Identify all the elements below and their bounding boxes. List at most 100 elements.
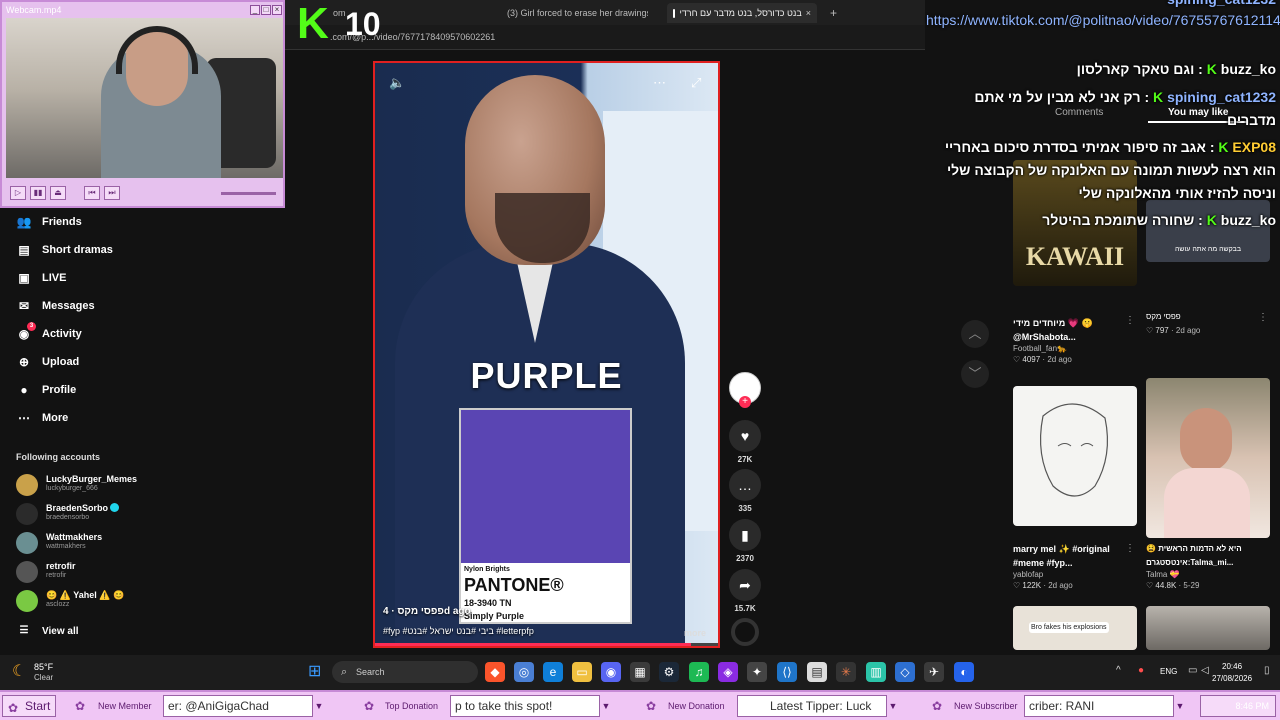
video-more-link[interactable]: more: [684, 628, 706, 638]
sidebar-item-profile[interactable]: ● Profile: [16, 379, 76, 401]
kick-badge-icon: K: [1206, 212, 1217, 228]
app-icon[interactable]: ◇: [895, 662, 915, 682]
previous-video-button[interactable]: ︿: [961, 320, 989, 348]
comment-button[interactable]: … 335: [729, 469, 761, 513]
video-hashtags[interactable]: #fyp #ביבי #בנט ישראל #בנט #letterpfp: [383, 626, 534, 636]
notification-icon[interactable]: ▯: [1264, 665, 1270, 676]
previous-button[interactable]: ⏮: [84, 186, 100, 200]
recommended-video-card[interactable]: [1146, 606, 1270, 650]
app-icon[interactable]: ✈: [924, 662, 944, 682]
weather-temperature[interactable]: 85°F: [34, 662, 53, 672]
chevron-up-icon[interactable]: ^: [1116, 665, 1121, 676]
windows-start-icon[interactable]: ⊞: [308, 663, 326, 681]
chevron-down-icon[interactable]: ▼: [886, 696, 900, 716]
microphone-icon[interactable]: ●: [1138, 665, 1144, 676]
sidebar-item-friends[interactable]: 👥 Friends: [16, 211, 82, 233]
volume-icon[interactable]: 🔈: [389, 75, 405, 91]
weather-icon[interactable]: ☾: [12, 661, 26, 681]
tab-tiktok-active[interactable]: בנט כדורסל, בנט מדבר עם חרדי ×: [667, 3, 817, 23]
spotify-icon[interactable]: ♫: [689, 662, 709, 682]
clock-time[interactable]: 20:46: [1222, 662, 1242, 671]
sidebar-item-label: LIVE: [42, 272, 67, 284]
recommended-video-card[interactable]: 😫 היא לא הדמות הראשית אינטסטגרם:Talma_mi…: [1146, 378, 1270, 590]
address-bar[interactable]: .com/@p.../video/7677178409570602261: [285, 25, 925, 50]
card-title-line2: #meme #fyp...: [1013, 558, 1073, 568]
activity-icon: ◉ 3: [16, 322, 36, 342]
more-options-icon[interactable]: ⋮: [1125, 543, 1135, 554]
thumbnail-text: Bro fakes his explosions: [1029, 622, 1109, 633]
media-controls: ▷ ▮▮ ⏏ ⏮ ⏭: [6, 182, 283, 206]
vscode-icon[interactable]: ⟨⟩: [777, 662, 797, 682]
sidebar-item-upload[interactable]: ⊕ Upload: [16, 351, 79, 373]
copilot-icon[interactable]: ◎: [514, 662, 534, 682]
new-tab-button[interactable]: +: [830, 3, 837, 23]
monitor-icon[interactable]: ▭: [1188, 665, 1197, 676]
sidebar-item-live[interactable]: ▣ LIVE: [16, 267, 66, 289]
card-author: Football_fan🐆: [1013, 344, 1067, 353]
short-dramas-icon: ▤: [18, 243, 30, 257]
avatar: [16, 532, 38, 554]
minimize-button[interactable]: _: [250, 5, 260, 15]
app-icon[interactable]: ◈: [718, 662, 738, 682]
app-icon[interactable]: ◐: [954, 662, 974, 682]
more-options-icon[interactable]: ⋮: [1258, 312, 1268, 323]
speaker-icon[interactable]: ◁: [1201, 665, 1209, 676]
tab-youtube[interactable]: (3) Girl forced to erase her drawings: [503, 3, 648, 23]
clock-date[interactable]: 27/08/2026: [1212, 674, 1252, 683]
brave-icon[interactable]: ◆: [485, 662, 505, 682]
maximize-button[interactable]: □: [261, 5, 271, 15]
more-options-icon[interactable]: ⋮: [1125, 315, 1135, 326]
store-icon[interactable]: ▦: [630, 662, 650, 682]
chat-message: K buzz_ko : וגם טאקר קארלסון: [1076, 61, 1276, 77]
video-progress-bar[interactable]: [375, 643, 718, 646]
file-explorer-icon[interactable]: ▭: [572, 662, 592, 682]
person-face: [1180, 408, 1232, 472]
notepad-icon[interactable]: ▤: [807, 662, 827, 682]
edge-icon[interactable]: e: [543, 662, 563, 682]
more-options-icon[interactable]: ⋯: [653, 75, 666, 91]
view-all-link[interactable]: ☰ View all: [16, 620, 79, 642]
language-indicator[interactable]: ENG: [1160, 667, 1177, 676]
windows-taskbar: ☾ 85°F Clear ⊞ ⌕ Search ◆ ◎ e ▭ ◉ ▦ ⚙ ♫ …: [0, 655, 1280, 690]
pause-button[interactable]: ▮▮: [30, 186, 46, 200]
fullscreen-icon[interactable]: ⤢: [691, 75, 701, 91]
music-disc-icon[interactable]: [731, 618, 759, 646]
recommended-video-card[interactable]: marry mel ✨ #original #meme #fyp... yabl…: [1013, 386, 1137, 590]
video-player[interactable]: 🔈 ⋯ ⤢ PURPLE Nylon Brights PANTONE® 18-3…: [373, 61, 720, 648]
recommended-video-card[interactable]: Bro fakes his explosions: [1013, 606, 1137, 650]
follow-plus-icon[interactable]: +: [739, 396, 751, 408]
video-author[interactable]: פפסי מקס · 4d ago: [383, 606, 471, 617]
chevron-down-icon[interactable]: ▼: [1173, 696, 1187, 716]
like-button[interactable]: ♥ 27K: [729, 420, 761, 464]
next-button[interactable]: ⏭: [104, 186, 120, 200]
sidebar-item-more[interactable]: ⋯ More: [16, 407, 68, 429]
share-button[interactable]: ➦ 15.7K: [729, 569, 761, 613]
close-tab-icon[interactable]: ×: [806, 8, 811, 18]
play-button[interactable]: ▷: [10, 186, 26, 200]
following-accounts-title: Following accounts: [16, 452, 101, 462]
swatch-code: 18-3940 TN: [464, 598, 512, 608]
sidebar-item-activity[interactable]: ◉ 3 Activity: [16, 322, 82, 345]
volume-slider[interactable]: [221, 192, 276, 195]
app-icon[interactable]: ✳: [836, 662, 856, 682]
sidebar-item-short-dramas[interactable]: ▤ Short dramas: [16, 239, 113, 261]
sidebar-item-messages[interactable]: ✉ Messages: [16, 295, 95, 317]
close-button[interactable]: ×: [272, 5, 282, 15]
stream-start-button[interactable]: ✿ Start: [2, 695, 56, 717]
chevron-down-icon[interactable]: ▼: [312, 696, 326, 716]
tab-instagram[interactable]: om: [333, 3, 346, 23]
profile-icon: ●: [20, 383, 28, 397]
app-icon[interactable]: ▥: [866, 662, 886, 682]
messages-icon: ✉: [18, 299, 30, 313]
new-subscriber-label: New Subscriber: [954, 701, 1018, 711]
app-icon[interactable]: ✦: [747, 662, 767, 682]
top-donation-field: p to take this spot!: [450, 695, 600, 717]
discord-icon[interactable]: ◉: [601, 662, 621, 682]
eject-button[interactable]: ⏏: [50, 186, 66, 200]
chevron-down-icon[interactable]: ▼: [599, 696, 613, 716]
steam-icon[interactable]: ⚙: [659, 662, 679, 682]
next-video-button[interactable]: ﹀: [961, 360, 989, 388]
taskbar-search[interactable]: ⌕ Search: [332, 661, 478, 683]
sidebar-item-label: Short dramas: [42, 244, 113, 256]
save-button[interactable]: ▮ 2370: [729, 519, 761, 563]
